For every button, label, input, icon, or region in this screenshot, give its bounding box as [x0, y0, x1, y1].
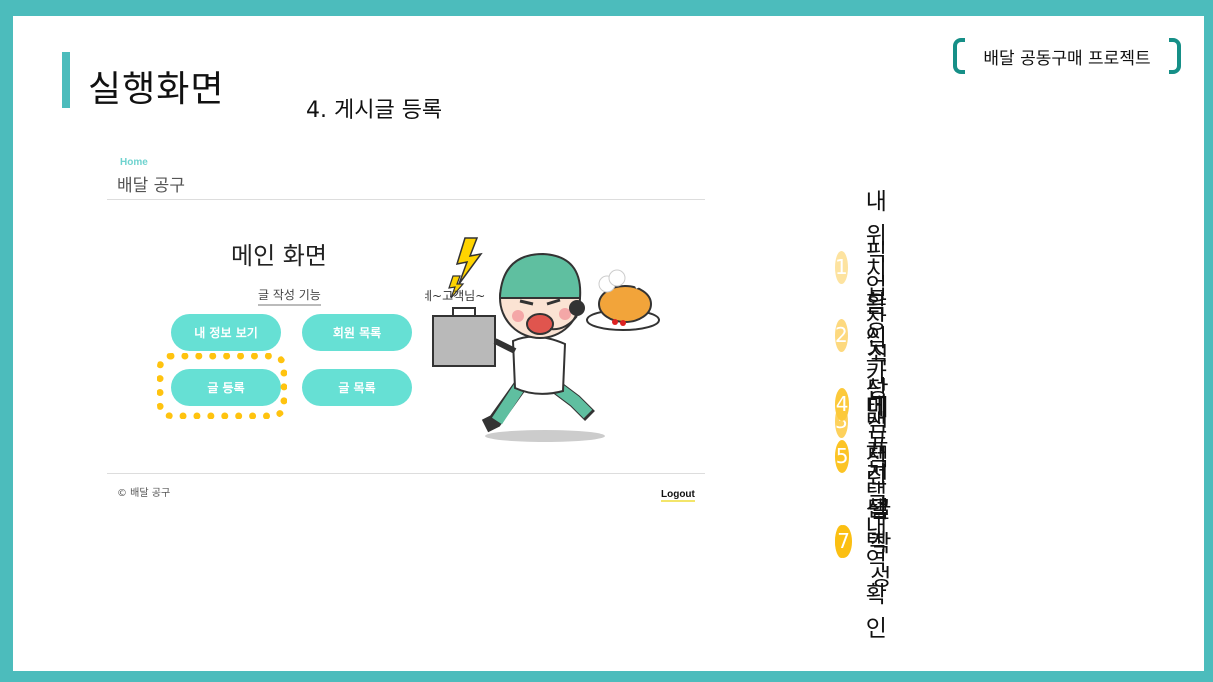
- member-list-button[interactable]: 회원 목록: [302, 314, 412, 351]
- step-label: 글 작성: [870, 497, 892, 591]
- highlight-frame: [157, 353, 287, 419]
- write-feature-label: 글 작성 기능: [258, 286, 321, 306]
- speech-text: 네~고객님~: [425, 289, 485, 303]
- my-info-button[interactable]: 내 정보 보기: [171, 314, 281, 351]
- post-list-button[interactable]: 글 목록: [302, 369, 412, 406]
- slide-subtitle: 4. 게시글 등록: [306, 98, 443, 123]
- title-accent-bar: [62, 52, 70, 108]
- project-tag-label: 배달 공동구매 프로젝트: [983, 48, 1151, 69]
- slide-title: 실행화면: [88, 69, 225, 110]
- brand-logo[interactable]: 배달 공구: [117, 171, 185, 196]
- step-item: 7 글 작성: [835, 490, 907, 592]
- right-bracket-icon: [1169, 38, 1181, 74]
- delivery-man-illustration: 네~고객님~: [425, 237, 660, 442]
- project-tag: 배달 공동구매 프로젝트: [953, 38, 1181, 74]
- main-page-title: 메인 화면: [231, 242, 327, 270]
- slide: 실행화면 4. 게시글 등록 배달 공동구매 프로젝트 Home 배달 공구 메…: [13, 16, 1204, 671]
- step-number-badge: 7: [835, 524, 853, 558]
- footer-copyright: © 배달 공구: [117, 488, 171, 499]
- footer-divider: [107, 473, 705, 474]
- header-divider: [107, 199, 705, 200]
- logout-link[interactable]: Logout: [661, 489, 695, 502]
- home-link[interactable]: Home: [120, 157, 148, 168]
- left-bracket-icon: [953, 38, 965, 74]
- app-screenshot: Home 배달 공구 메인 화면 글 작성 기능 내 정보 보기 회원 목록 글…: [107, 152, 705, 502]
